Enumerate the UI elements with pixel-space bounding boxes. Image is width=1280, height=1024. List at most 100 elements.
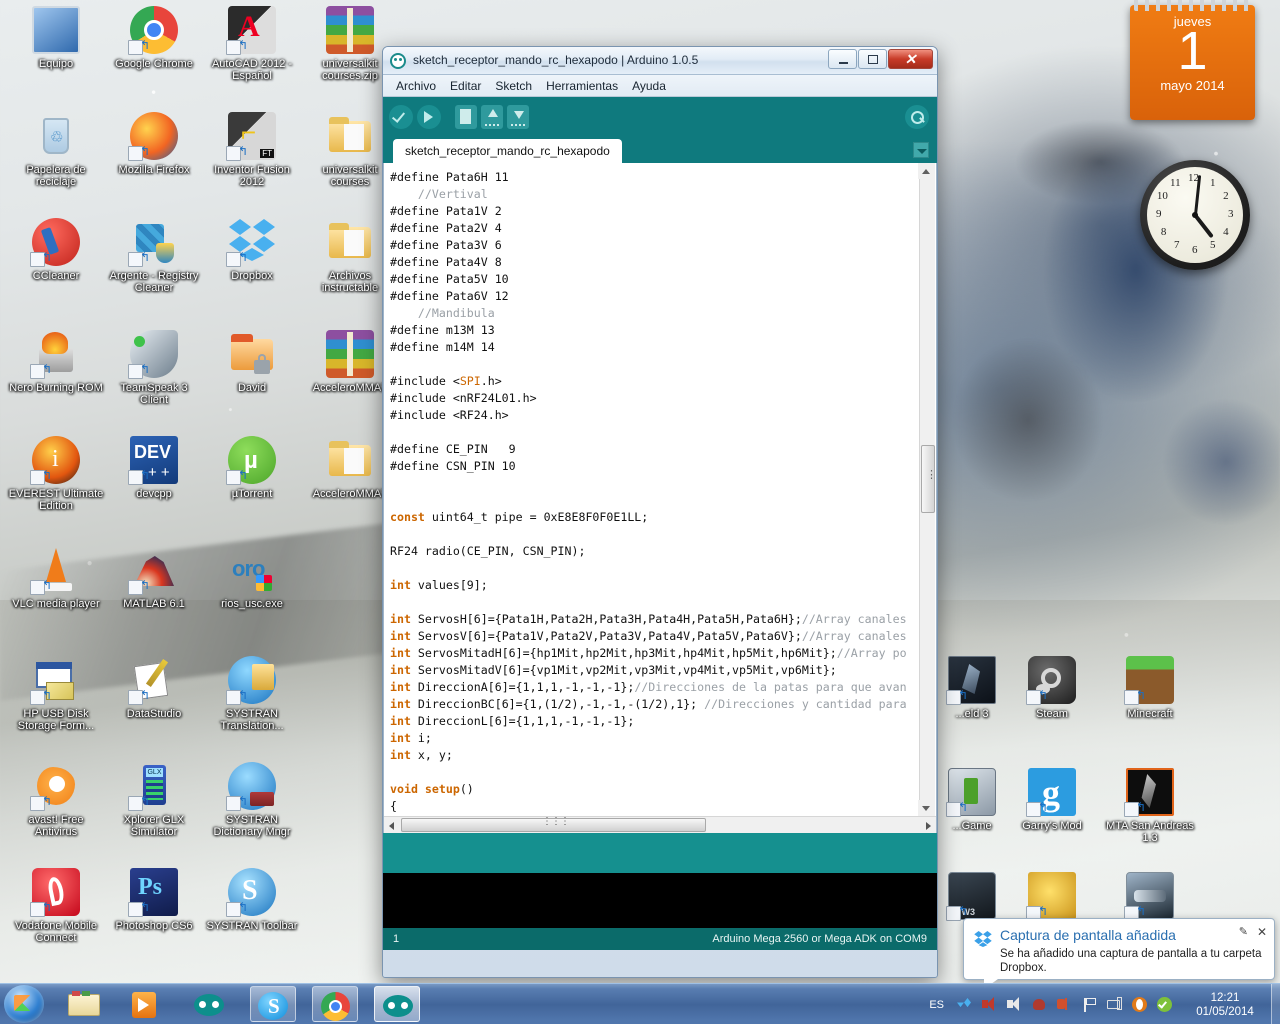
desktop-icon-autocad-2012-espa-ol[interactable]: A AutoCAD 2012 - Español xyxy=(204,6,300,82)
taskbar-skype[interactable]: S xyxy=(250,986,296,1022)
desktop-icon-vodafone-mobile-connect[interactable]: Vodafone Mobile Connect xyxy=(8,868,104,944)
window-titlebar[interactable]: sketch_receptor_mando_rc_hexapodo | Ardu… xyxy=(383,47,937,75)
shortcut-overlay-icon xyxy=(226,470,241,485)
start-orb[interactable] xyxy=(4,985,44,1023)
serial-monitor-button[interactable] xyxy=(905,105,929,129)
datastudio-icon xyxy=(128,656,178,705)
horizontal-scroll-thumb[interactable] xyxy=(401,816,706,832)
verify-button[interactable] xyxy=(389,105,413,129)
maximize-button[interactable] xyxy=(858,49,887,69)
desktop-icon-argente-registry-cleaner[interactable]: Argente - Registry Cleaner xyxy=(106,218,202,294)
scroll-down-button[interactable] xyxy=(918,800,934,816)
desktop-icon-equipo[interactable]: Equipo xyxy=(8,6,104,70)
desktop-icon-nero-burning-rom[interactable]: Nero Burning ROM xyxy=(8,330,104,394)
taskbar-media-player[interactable] xyxy=(124,986,170,1022)
desktop-icon-ccleaner[interactable]: CCleaner xyxy=(8,218,104,282)
arduino-window[interactable]: sketch_receptor_mando_rc_hexapodo | Ardu… xyxy=(382,46,938,978)
menu-item-ayuda[interactable]: Ayuda xyxy=(625,77,673,95)
editor-horizontal-scrollbar[interactable] xyxy=(384,816,936,833)
dropbox-notification[interactable]: Captura de pantalla añadida Se ha añadid… xyxy=(963,918,1275,989)
close-icon[interactable]: ✕ xyxy=(1257,925,1267,939)
desktop-icon-everest-ultimate-edition[interactable]: i EVEREST Ultimate Edition xyxy=(8,436,104,512)
menu-item-archivo[interactable]: Archivo xyxy=(389,77,443,95)
desktop-icon-avast-free-antivirus[interactable]: avast! Free Antivirus xyxy=(8,762,104,838)
desktop-icon-mta-san-andreas-1-3[interactable]: MTA San Andreas 1.3 xyxy=(1102,768,1198,844)
desktop-icon-vlc-media-player[interactable]: VLC media player xyxy=(8,546,104,610)
new-button[interactable] xyxy=(455,105,477,129)
save-button[interactable] xyxy=(507,105,529,129)
taskbar[interactable]: S ES 12:21 01/05/2014 xyxy=(0,983,1280,1024)
desktop-icon-rios-usc-exe[interactable]: oro rios_usc.exe xyxy=(204,546,300,610)
avast-tray-icon[interactable] xyxy=(1154,994,1175,1015)
garrys-mod-icon: g xyxy=(1026,768,1076,817)
desktop-icon-label: Equipo xyxy=(38,58,74,70)
avast-icon xyxy=(30,762,80,811)
desktop-icon-inventor-fusion-2012[interactable]: ⌐FT Inventor Fusion 2012 xyxy=(204,112,300,188)
desktop-icon-matlab-6-1[interactable]: MATLAB 6.1 xyxy=(106,546,202,610)
desktop-icon-systran-translation[interactable]: SYSTRAN Translation... xyxy=(204,656,300,732)
scroll-up-button[interactable] xyxy=(918,163,934,179)
show-desktop-button[interactable] xyxy=(1271,984,1280,1024)
calendar-gadget[interactable]: jueves 1 mayo 2014 xyxy=(1130,0,1255,120)
scroll-left-button[interactable] xyxy=(385,818,400,832)
taskbar-arduino[interactable] xyxy=(374,986,420,1022)
dropbox-icon xyxy=(226,218,276,267)
desktop-icon-nfs-icon[interactable] xyxy=(1102,872,1198,924)
pin-icon[interactable]: ✎ xyxy=(1239,925,1248,938)
desktop-icon-papelera-de-reciclaje[interactable]: ♲ Papelera de reciclaje xyxy=(8,112,104,188)
volume-icon[interactable] xyxy=(979,994,1000,1015)
desktop-icon-google-chrome[interactable]: Google Chrome xyxy=(106,6,202,70)
window-controls: ✕ xyxy=(828,49,933,69)
desktop-icon-garry-s-mod[interactable]: g Garry's Mod xyxy=(1004,768,1100,832)
menu-item-sketch[interactable]: Sketch xyxy=(488,77,539,95)
code-editor[interactable]: #define Pata6H 11 //Vertival #define Pat… xyxy=(383,163,937,833)
desktop-icon-mozilla-firefox[interactable]: Mozilla Firefox xyxy=(106,112,202,176)
devcpp-icon: DEV + + xyxy=(128,436,178,485)
taskbar-chrome[interactable] xyxy=(312,986,358,1022)
sketch-tab-row[interactable]: sketch_receptor_mando_rc_hexapodo xyxy=(383,137,937,163)
close-button[interactable]: ✕ xyxy=(888,49,933,69)
desktop-icon-datastudio[interactable]: DataStudio xyxy=(106,656,202,720)
chevron-down-icon[interactable] xyxy=(913,142,929,158)
desktop-icon-systran-dictionary-mngr[interactable]: SYSTRAN Dictionary Mngr xyxy=(204,762,300,838)
minimize-button[interactable] xyxy=(828,49,857,69)
desktop-icon-systran-toolbar[interactable]: S SYSTRAN Toolbar xyxy=(204,868,300,932)
language-indicator[interactable]: ES xyxy=(929,999,944,1011)
audio-device-icon[interactable] xyxy=(1029,994,1050,1015)
network-icon[interactable] xyxy=(1104,994,1125,1015)
menu-item-editar[interactable]: Editar xyxy=(443,77,488,95)
dropbox-tray-icon[interactable] xyxy=(954,994,975,1015)
scroll-right-button[interactable] xyxy=(920,818,935,832)
desktop-icon-photoshop-cs6[interactable]: Ps Photoshop CS6 xyxy=(106,868,202,932)
desktop-icon-devcpp[interactable]: DEV+ + devcpp xyxy=(106,436,202,500)
menu-item-herramientas[interactable]: Herramientas xyxy=(539,77,625,95)
system-tray[interactable]: ES 12:21 01/05/2014 xyxy=(929,984,1280,1024)
desktop-icon-torrent[interactable]: µ µTorrent xyxy=(204,436,300,500)
speaker-icon[interactable] xyxy=(1054,994,1075,1015)
taskbar-explorer[interactable] xyxy=(62,986,108,1022)
taskbar-clock[interactable]: 12:21 01/05/2014 xyxy=(1179,991,1271,1019)
taskbar-arduino-pinned[interactable] xyxy=(186,986,232,1022)
shortcut-overlay-icon xyxy=(30,690,45,705)
clock-gadget[interactable]: 12 1 2 3 4 5 6 7 8 9 10 11 xyxy=(1140,160,1250,270)
desktop-icon-teamspeak-3-client[interactable]: TeamSpeak 3 Client xyxy=(106,330,202,406)
desktop-icon-david[interactable]: David xyxy=(204,330,300,394)
console-output[interactable] xyxy=(383,873,937,928)
upload-button[interactable] xyxy=(417,105,441,129)
desktop-icon-xplorer-glx-simulator[interactable]: GLX Xplorer GLX Simulator xyxy=(106,762,202,838)
desktop-icon-dropbox[interactable]: Dropbox xyxy=(204,218,300,282)
desktop-icon-gold-icon[interactable] xyxy=(1004,872,1100,924)
code-text[interactable]: #define Pata6H 11 //Vertival #define Pat… xyxy=(384,163,936,832)
flag-icon[interactable] xyxy=(1079,994,1100,1015)
editor-vertical-scrollbar[interactable] xyxy=(918,163,936,833)
ide-toolbar[interactable] xyxy=(383,97,937,137)
volume-alt-icon[interactable] xyxy=(1004,994,1025,1015)
sketch-tab[interactable]: sketch_receptor_mando_rc_hexapodo xyxy=(393,139,622,163)
menu-bar[interactable]: Archivo Editar Sketch Herramientas Ayuda xyxy=(383,75,937,97)
desktop-icon-minecraft[interactable]: Minecraft xyxy=(1102,656,1198,720)
desktop-icon-steam[interactable]: Steam xyxy=(1004,656,1100,720)
open-button[interactable] xyxy=(481,105,503,129)
opera-tray-icon[interactable] xyxy=(1129,994,1150,1015)
vertical-scroll-thumb[interactable] xyxy=(921,445,936,513)
desktop-icon-hp-usb-disk-storage-form[interactable]: HP USB Disk Storage Form... xyxy=(8,656,104,732)
